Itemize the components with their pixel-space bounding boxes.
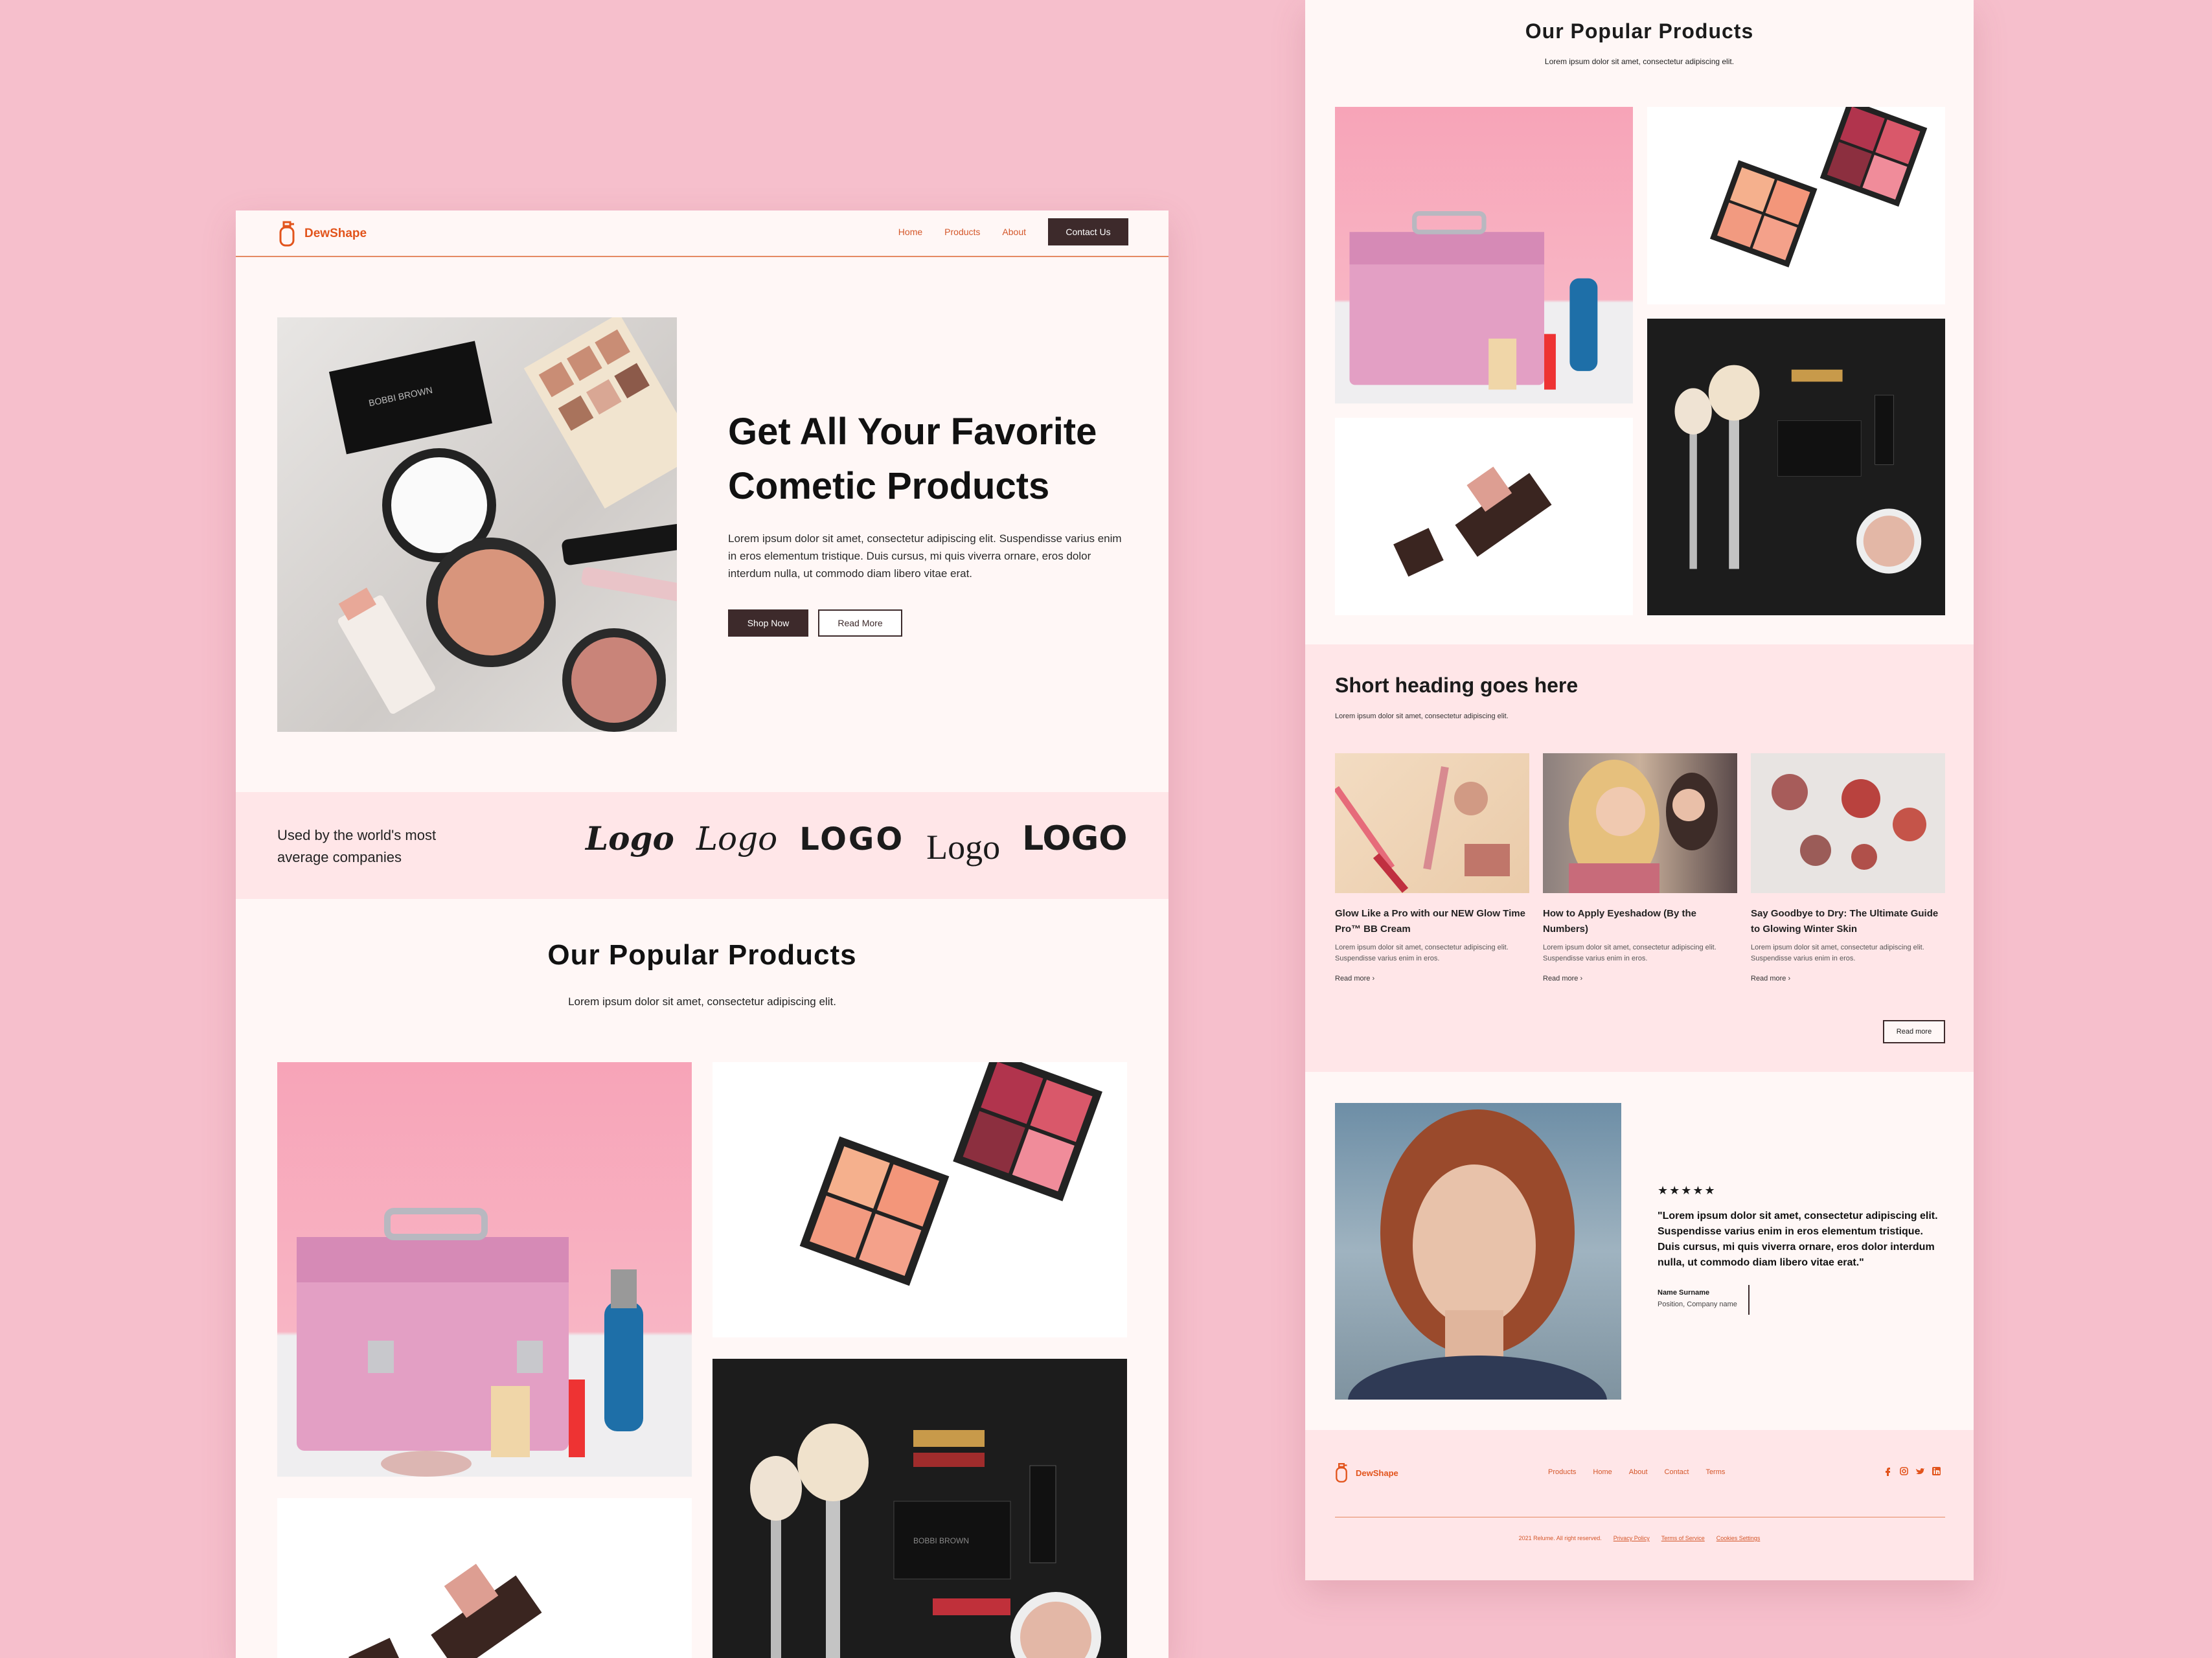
chevron-right-icon: › <box>1372 975 1375 982</box>
testimonial-portrait <box>1335 1103 1621 1400</box>
nav-links: Home Products About Contact Us <box>898 218 1128 245</box>
blog-heading: Short heading goes here <box>1335 674 1579 697</box>
blog-card-1[interactable]: Glow Like a Pro with our NEW Glow Time P… <box>1335 753 1529 982</box>
blog-card-title: Glow Like a Pro with our NEW Glow Time P… <box>1335 908 1525 935</box>
navbar: DewShape Home Products About Contact Us <box>236 210 1169 257</box>
nav-link-home[interactable]: Home <box>898 227 922 237</box>
popular-subtitle: Lorem ipsum dolor sit amet, consectetur … <box>568 995 836 1008</box>
chevron-right-icon: › <box>1580 975 1583 982</box>
logos-band: Used by the world's most average compani… <box>236 792 1169 899</box>
nav-link-products[interactable]: Products <box>944 227 980 237</box>
privacy-policy-link[interactable]: Privacy Policy <box>1613 1535 1650 1541</box>
blog-card-3[interactable]: Say Goodbye to Dry: The Ultimate Guide t… <box>1751 753 1945 982</box>
company-logo-5: LOGO <box>1022 819 1128 858</box>
blog-read-more-button[interactable]: Read more <box>1883 1020 1945 1043</box>
contact-us-button[interactable]: Contact Us <box>1048 218 1128 245</box>
footer: DewShape Products Home About Contact Ter… <box>1305 1430 1974 1580</box>
brand[interactable]: DewShape <box>279 221 367 247</box>
footer-link-products[interactable]: Products <box>1548 1468 1576 1476</box>
hero-title-line2: Cometic Products <box>728 465 1050 507</box>
blog-card-image <box>1751 753 1945 893</box>
footer-legal: 2021 Relume. All right reserved. Privacy… <box>1305 1535 1974 1541</box>
product-image-lipstick-2[interactable] <box>1335 418 1633 615</box>
footer-links: Products Home About Contact Terms <box>1548 1468 1725 1476</box>
footer-link-terms[interactable]: Terms <box>1705 1468 1725 1476</box>
company-logo-4: Logo <box>926 828 1001 867</box>
read-more-label: Read more <box>1543 975 1579 982</box>
copyright-text: 2021 Relume. All right reserved. <box>1518 1535 1602 1541</box>
facebook-icon[interactable] <box>1883 1466 1893 1476</box>
company-logo-1: Logo <box>586 819 674 857</box>
read-more-button[interactable]: Read More <box>818 609 902 637</box>
testimonial-divider <box>1748 1285 1750 1315</box>
nav-link-about[interactable]: About <box>1002 227 1026 237</box>
testimonial-name: Name Surname <box>1658 1289 1710 1297</box>
read-more-label: Read more <box>1335 975 1371 982</box>
blog-card-text: Lorem ipsum dolor sit amet, consectetur … <box>1751 944 1924 962</box>
footer-link-contact[interactable]: Contact <box>1665 1468 1689 1476</box>
shop-now-button[interactable]: Shop Now <box>728 609 808 637</box>
social-links <box>1883 1466 1941 1476</box>
blog-card-image <box>1543 753 1737 893</box>
terms-of-service-link[interactable]: Terms of Service <box>1661 1535 1705 1541</box>
bottle-logo-icon <box>1336 1463 1347 1483</box>
product-image-lipstick[interactable] <box>277 1498 692 1658</box>
footer-brand-name: DewShape <box>1356 1468 1398 1478</box>
hero-title: Get All Your Favorite Cometic Products <box>728 405 1097 514</box>
hero-title-line1: Get All Your Favorite <box>728 411 1097 453</box>
testimonial-quote: "Lorem ipsum dolor sit amet, consectetur… <box>1658 1210 1938 1268</box>
blog-section: Short heading goes here Lorem ipsum dolo… <box>1305 644 1974 1072</box>
svg-text:BOBBI BROWN: BOBBI BROWN <box>913 1536 969 1545</box>
popular-title: Our Popular Products <box>547 939 857 971</box>
footer-brand[interactable]: DewShape <box>1335 1462 1398 1483</box>
hero-body: Lorem ipsum dolor sit amet, consectetur … <box>728 532 1122 580</box>
logos-tagline-line2: average companies <box>277 849 402 865</box>
chevron-right-icon: › <box>1788 975 1791 982</box>
company-logo-2: Logo <box>696 820 778 857</box>
blog-card-text: Lorem ipsum dolor sit amet, consectetur … <box>1543 944 1716 962</box>
footer-link-about[interactable]: About <box>1629 1468 1648 1476</box>
blog-card-title: How to Apply Eyeshadow (By the Numbers) <box>1543 908 1696 935</box>
popular-subtitle-2: Lorem ipsum dolor sit amet, consectetur … <box>1544 57 1735 66</box>
hero-image: BOBBI BROWN <box>277 317 677 732</box>
linkedin-icon[interactable] <box>1932 1466 1941 1476</box>
blog-card-text: Lorem ipsum dolor sit amet, consectetur … <box>1335 944 1509 962</box>
testimonial-position: Position, Company name <box>1658 1300 1737 1308</box>
blog-card-title: Say Goodbye to Dry: The Ultimate Guide t… <box>1751 908 1939 935</box>
logo-row: Logo Logo LOGO Logo LOGO <box>586 818 1128 867</box>
blog-card-read-more[interactable]: Read more › <box>1335 975 1529 982</box>
landing-page-continued: Our Popular Products Lorem ipsum dolor s… <box>1305 0 1974 1580</box>
product-image-makeup-case[interactable] <box>277 1062 692 1477</box>
product-image-makeup-case-2[interactable] <box>1335 107 1633 403</box>
logos-tagline-line1: Used by the world's most <box>277 827 437 843</box>
company-logo-3: LOGO <box>799 821 905 857</box>
product-image-brushes-2[interactable] <box>1647 319 1945 615</box>
product-image-brushes[interactable]: BOBBI BROWN <box>713 1359 1127 1658</box>
footer-link-home[interactable]: Home <box>1593 1468 1612 1476</box>
blog-card-read-more[interactable]: Read more › <box>1543 975 1737 982</box>
rating-stars-icon: ★★★★★ <box>1658 1184 1716 1197</box>
bottle-logo-icon <box>279 221 295 247</box>
brand-name: DewShape <box>304 227 367 240</box>
product-image-eyeshadow-palettes[interactable] <box>713 1062 1127 1337</box>
logos-tagline: Used by the world's most average compani… <box>277 824 436 869</box>
blog-card-2[interactable]: How to Apply Eyeshadow (By the Numbers) … <box>1543 753 1737 982</box>
product-image-eyeshadow-2[interactable] <box>1647 107 1945 304</box>
blog-card-image <box>1335 753 1529 893</box>
landing-page-desktop: DewShape Home Products About Contact Us … <box>236 210 1169 1658</box>
instagram-icon[interactable] <box>1899 1466 1909 1476</box>
blog-card-read-more[interactable]: Read more › <box>1751 975 1945 982</box>
popular-title-2: Our Popular Products <box>1525 19 1754 43</box>
twitter-icon[interactable] <box>1915 1466 1925 1476</box>
cookies-settings-link[interactable]: Cookies Settings <box>1716 1535 1761 1541</box>
read-more-label: Read more <box>1751 975 1786 982</box>
blog-subtitle: Lorem ipsum dolor sit amet, consectetur … <box>1335 712 1509 720</box>
